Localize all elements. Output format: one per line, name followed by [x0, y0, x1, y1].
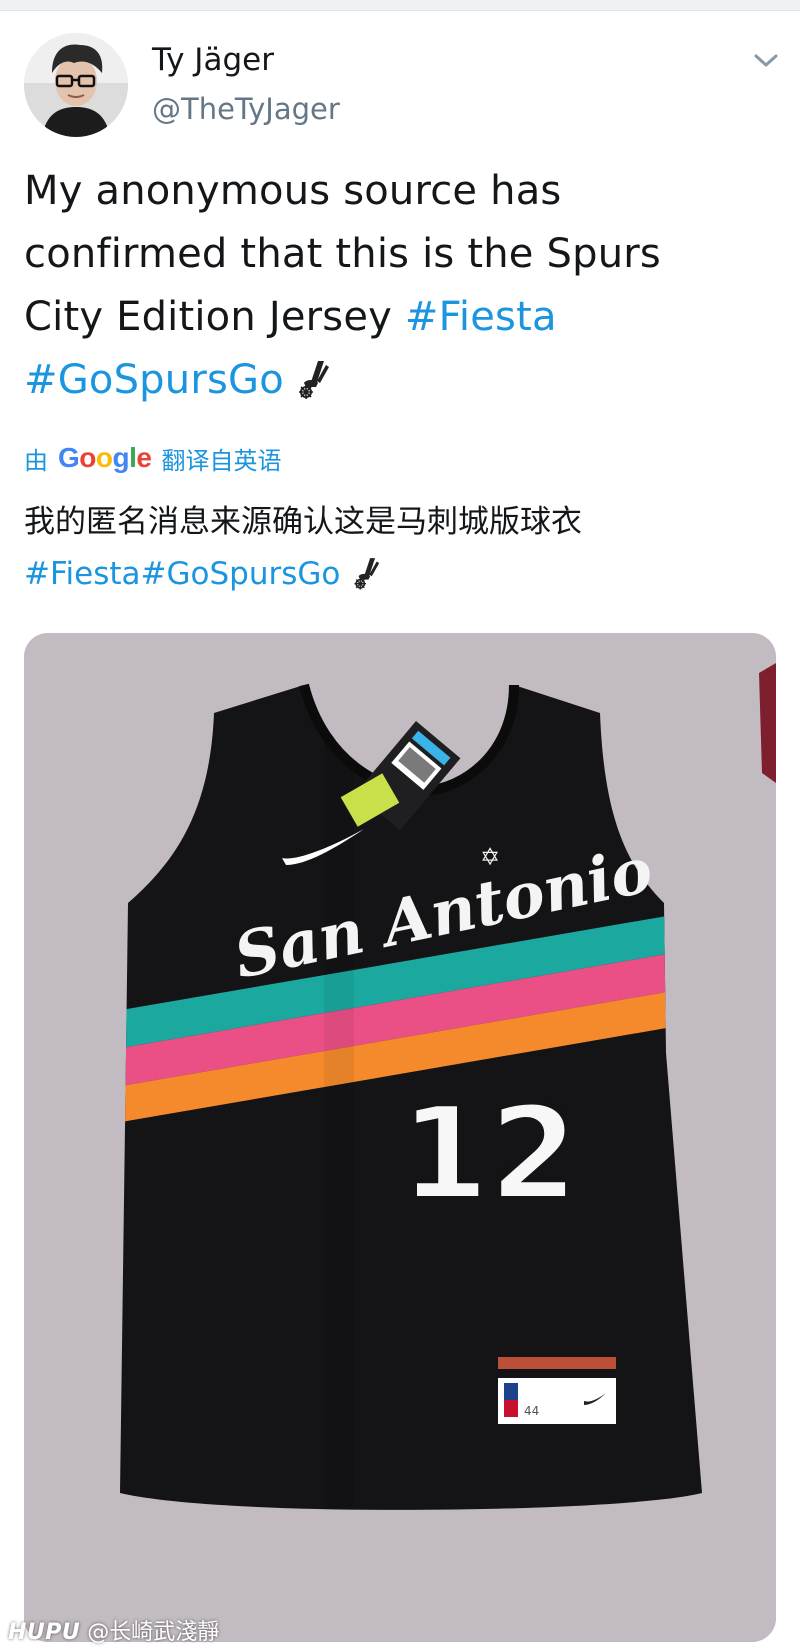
tweet-body: My anonymous source has confirmed that t… — [24, 160, 764, 412]
spurs-logo-icon — [354, 558, 380, 590]
translated-by-prefix: 由 — [24, 446, 48, 475]
chevron-down-icon[interactable] — [752, 52, 780, 70]
translated-text-line: #Fiesta#GoSpursGo — [24, 548, 764, 600]
jersey-size-tag: 44 — [524, 1404, 539, 1418]
basketball-jersey-photo-icon: San Antonio ✡ 12 44 — [24, 633, 776, 1642]
watermark-brand: HUPU — [8, 1620, 81, 1645]
jersey-number: 12 — [400, 1080, 578, 1229]
tweet-text-line: confirmed that this is the Spurs — [24, 231, 661, 277]
translated-by-row[interactable]: 由 Google 翻译自英语 — [24, 440, 281, 476]
google-logo-g: G — [58, 442, 80, 473]
tweet-text-line-start: City Edition Jersey — [24, 294, 405, 340]
tweet-text-line: My anonymous source has — [24, 168, 562, 214]
google-logo: Google — [58, 442, 152, 474]
spurs-logo-icon — [298, 361, 329, 399]
top-divider — [0, 0, 800, 11]
hashtag-gospursgo-link[interactable]: #GoSpursGo — [24, 357, 284, 403]
tweet-photo[interactable]: San Antonio ✡ 12 44 — [24, 633, 776, 1642]
tweet-text-line: City Edition Jersey #Fiesta — [24, 286, 764, 349]
google-logo-o1: o — [79, 442, 96, 473]
hashtag-fiesta-link[interactable]: #Fiesta — [405, 294, 557, 340]
author-avatar[interactable] — [24, 33, 128, 137]
svg-text:✡: ✡ — [480, 843, 500, 871]
author-display-name[interactable]: Ty Jäger — [152, 42, 274, 78]
google-logo-g2: g — [112, 442, 130, 473]
translated-text: 我的匿名消息来源确认这是马刺城版球衣 #Fiesta#GoSpursGo — [24, 496, 764, 600]
google-logo-e: e — [136, 442, 152, 473]
person-with-glasses-avatar-icon — [24, 33, 128, 137]
tweet-text-line: #GoSpursGo — [24, 349, 764, 412]
translated-hashtags-link[interactable]: #Fiesta#GoSpursGo — [24, 556, 340, 592]
watermark: HUPU @长崎武淺靜 — [8, 1614, 219, 1646]
translated-text-line: 我的匿名消息来源确认这是马刺城版球衣 — [24, 504, 582, 540]
author-handle[interactable]: @TheTyJager — [152, 92, 340, 126]
translated-from-english: 翻译自英语 — [161, 446, 282, 475]
watermark-user: @长崎武淺靜 — [87, 1620, 220, 1645]
google-logo-o2: o — [95, 442, 113, 473]
